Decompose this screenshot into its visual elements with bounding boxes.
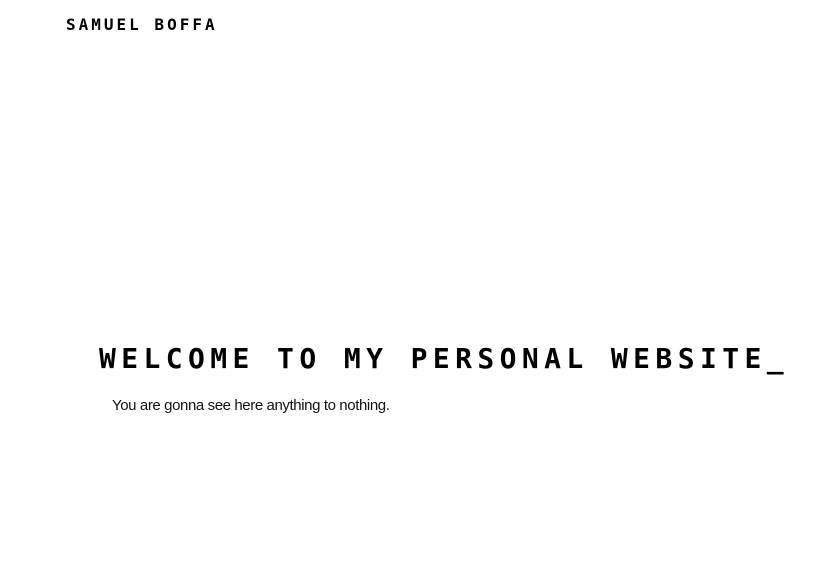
- hero-title-text: WELCOME TO MY PERSONAL WEBSITE: [99, 342, 767, 375]
- hero-title: WELCOME TO MY PERSONAL WEBSITE_: [99, 341, 789, 377]
- hero-subtitle: You are gonna see here anything to nothi…: [112, 397, 390, 414]
- typing-cursor: _: [766, 342, 789, 375]
- site-name-link[interactable]: SAMUEL BOFFA: [66, 15, 218, 35]
